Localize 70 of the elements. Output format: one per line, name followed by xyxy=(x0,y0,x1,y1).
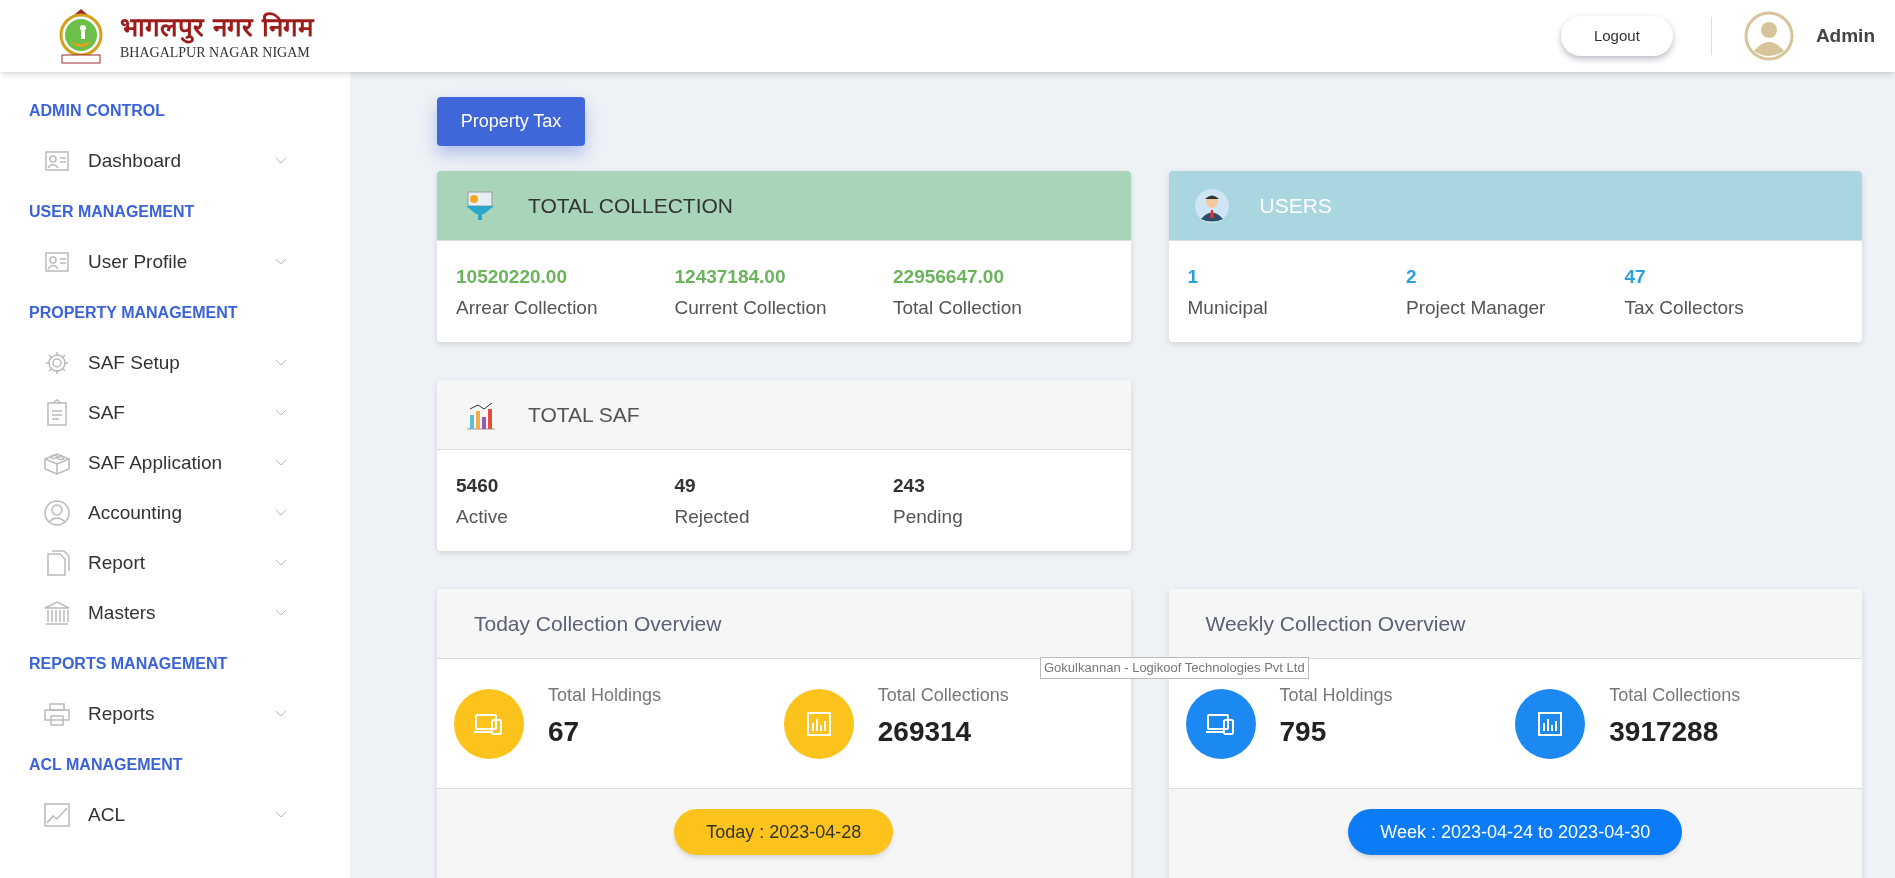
user-name: Admin xyxy=(1815,23,1875,48)
card-title: Weekly Collection Overview xyxy=(1205,610,1466,637)
section-heading: PROPERTY MANAGEMENT xyxy=(29,302,239,323)
stat-value: 269314 xyxy=(877,715,973,749)
logo-english-text: BHAGALPUR NAGAR NIGAM xyxy=(120,44,311,61)
bank-icon xyxy=(43,599,71,627)
stat-label: Municipal xyxy=(1187,295,1269,320)
stat-label: Total Collections xyxy=(1609,684,1741,707)
stat-label: Active xyxy=(456,504,509,529)
section-heading: ACL MANAGEMENT xyxy=(29,754,184,775)
printer-icon xyxy=(43,700,71,728)
tooltip: Gokulkannan - Logikoof Technologies Pvt Ltd xyxy=(1040,657,1309,679)
menu-item[interactable]: SAF Setup xyxy=(29,338,303,388)
stat-label: Current Collection xyxy=(674,295,828,320)
menu-item[interactable]: Reports xyxy=(29,689,303,739)
stat-label: Project Manager xyxy=(1406,295,1547,320)
property-tax-button[interactable]: Property Tax xyxy=(437,97,585,146)
stat-value: 243 xyxy=(893,474,926,498)
stat-value: 12437184.00 xyxy=(674,265,787,289)
menu-item[interactable]: Masters xyxy=(29,588,303,638)
menu-item[interactable]: SAF Application xyxy=(29,438,303,488)
chevron-down-icon xyxy=(275,409,287,417)
period-button[interactable]: Week : 2023-04-24 to 2023-04-30 xyxy=(1348,809,1683,855)
chevron-down-icon xyxy=(275,559,287,567)
gear-icon xyxy=(43,349,71,377)
menu-item[interactable]: ACL xyxy=(29,790,303,840)
stat-value: 2 xyxy=(1406,265,1418,289)
stat-value: 3917288 xyxy=(1609,715,1720,749)
stat-label: Total Holdings xyxy=(1279,684,1393,707)
chevron-down-icon xyxy=(275,509,287,517)
avatar-icon[interactable] xyxy=(1743,11,1794,61)
stat-label: Total Collection xyxy=(893,295,1023,320)
chevron-down-icon xyxy=(275,258,287,266)
stat-label: Pending xyxy=(893,504,964,529)
user-circle-icon xyxy=(43,499,71,527)
section-heading: ADMIN CONTROL xyxy=(29,100,166,121)
stat-value: 67 xyxy=(548,715,581,749)
chevron-down-icon xyxy=(275,157,287,165)
period-button[interactable]: Today : 2023-04-28 xyxy=(674,809,894,855)
chevron-down-icon xyxy=(275,710,287,718)
card-title: USERS xyxy=(1259,192,1332,219)
card-title: TOTAL COLLECTION xyxy=(528,192,733,219)
stat-label: Arrear Collection xyxy=(456,295,599,320)
businessman-icon xyxy=(1193,187,1230,224)
chevron-down-icon xyxy=(275,359,287,367)
stat-value: 22956647.00 xyxy=(893,265,1005,289)
menu-item[interactable]: Accounting xyxy=(29,488,303,538)
stat-label: Tax Collectors xyxy=(1624,295,1745,320)
chevron-down-icon xyxy=(275,459,287,467)
chevron-down-icon xyxy=(275,609,287,617)
menu-item[interactable]: Report xyxy=(29,538,303,588)
card-title: Today Collection Overview xyxy=(474,610,722,637)
stat-value: 1 xyxy=(1187,265,1200,289)
section-heading: REPORTS MANAGEMENT xyxy=(29,653,229,674)
stat-value: 5460 xyxy=(456,474,500,498)
menu-item[interactable]: Dashboard xyxy=(29,136,303,186)
stat-label: Rejected xyxy=(674,504,751,529)
menu-item[interactable]: User Profile xyxy=(29,237,303,287)
card-title: TOTAL SAF xyxy=(528,401,640,428)
menu-item[interactable]: SAF xyxy=(29,388,303,438)
stat-value: 47 xyxy=(1624,265,1647,289)
stat-label: Total Holdings xyxy=(548,684,662,707)
stat-label: Total Collections xyxy=(877,684,1009,707)
logo-hindi-text: भागलपुर नगर निगम xyxy=(120,11,315,44)
logout-button[interactable]: Logout xyxy=(1560,16,1673,56)
stat-value: 49 xyxy=(674,474,697,498)
stat-value: 10520220.00 xyxy=(456,265,568,289)
stat-value: 795 xyxy=(1279,715,1328,749)
section-heading: USER MANAGEMENT xyxy=(29,201,196,222)
chevron-down-icon xyxy=(275,811,287,819)
